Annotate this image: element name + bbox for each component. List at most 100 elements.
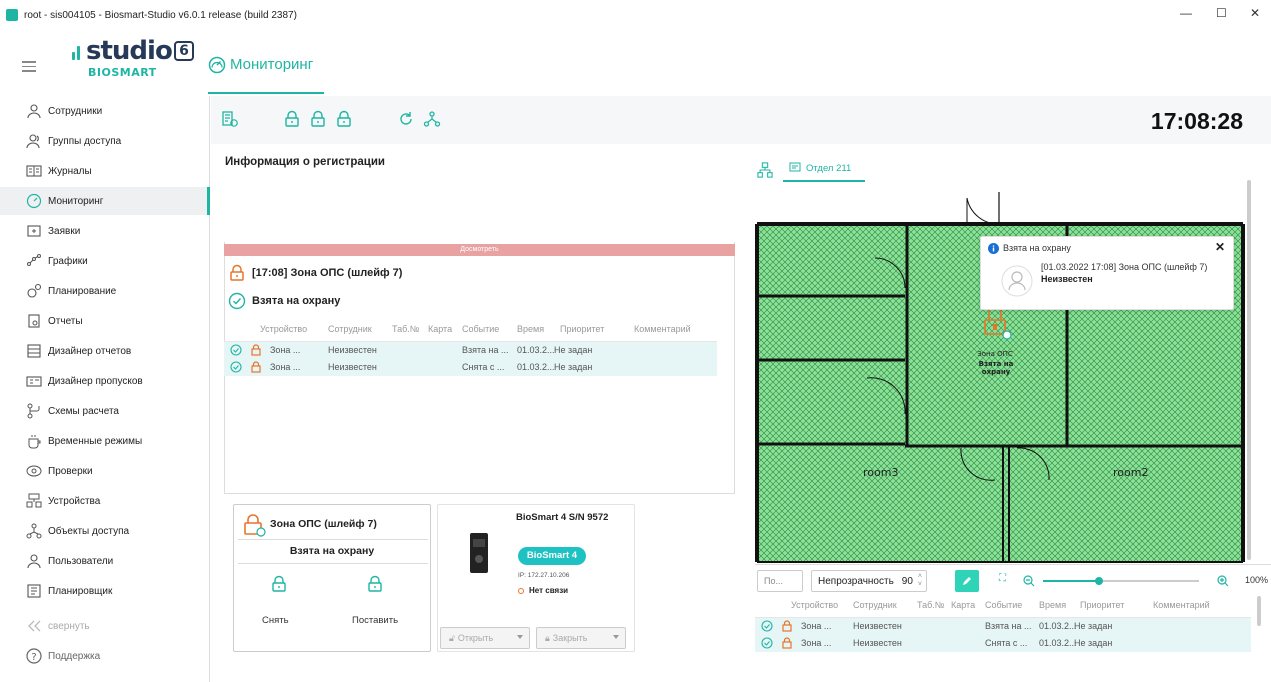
minimize-button[interactable]: — [1180, 6, 1192, 20]
cell-priority: Не задан [554, 362, 593, 372]
table-row[interactable]: Зона ... Неизвестен Снята с ... 01.03.2... Н… [224, 359, 717, 376]
zone-card-title: Зона ОПС (шлейф 7) [270, 518, 377, 530]
tab-floor-plan[interactable]: Отдел 211 [783, 156, 865, 182]
popup-person: Неизвестен [1041, 274, 1093, 284]
zoom-out-icon[interactable] [1023, 575, 1035, 587]
maximize-button[interactable]: ☐ [1216, 6, 1227, 20]
disarm-button[interactable]: Снять [262, 615, 289, 626]
column-header[interactable]: Время [1039, 600, 1066, 610]
sidebar-item-label: Журналы [48, 165, 92, 177]
sidebar-item-11[interactable]: Схемы расчета [0, 397, 210, 425]
grid-scrollbar[interactable] [1257, 596, 1261, 626]
logo-version: 6 [174, 41, 194, 61]
scheduler-icon [26, 583, 42, 599]
sidebar-item-9[interactable]: Дизайнер отчетов [0, 337, 210, 365]
inspect-banner[interactable]: Досмотреть [224, 244, 735, 256]
fit-screen-icon[interactable]: ⛶ [999, 573, 1006, 584]
tab-floor-plan-label: Отдел 211 [806, 162, 852, 174]
zoom-level: 100% [1245, 575, 1269, 585]
device-title: BioSmart 4 S/N 9572 [516, 512, 609, 523]
sidebar-item-2[interactable]: Группы доступа [0, 127, 210, 155]
hierarchy-icon[interactable] [423, 110, 441, 128]
sidebar-item-label: Объекты доступа [48, 525, 130, 537]
sidebar-item-1[interactable]: Сотрудники [0, 97, 210, 125]
main-content: 17:08:28 Информация о регистрации Досмот… [211, 96, 1271, 682]
column-header[interactable]: Устройство [260, 324, 307, 334]
alarm-lock-icon [782, 637, 792, 649]
zoom-slider-handle[interactable] [1095, 577, 1104, 585]
device-list-icon[interactable] [221, 110, 239, 128]
column-header[interactable]: Сотрудник [328, 324, 372, 334]
column-header[interactable]: Приоритет [1080, 600, 1124, 610]
column-header[interactable]: Сотрудник [853, 600, 897, 610]
lock-arm-icon[interactable] [366, 575, 384, 593]
sidebar-item-13[interactable]: Проверки [0, 457, 210, 485]
zone-card-state: Взята на охрану [289, 545, 375, 557]
table-row[interactable]: Зона ... Неизвестен Взята на ... 01.03.2...… [755, 618, 1251, 635]
sidebar-item-3[interactable]: Журналы [0, 157, 210, 185]
pass-designer-icon [26, 373, 42, 389]
gauge-icon [208, 56, 226, 74]
sidebar-item-17[interactable]: Планировщик [0, 577, 210, 605]
lock-arm-icon[interactable] [309, 110, 327, 128]
sidebar-item-5[interactable]: Заявки [0, 217, 210, 245]
refresh-icon[interactable] [397, 110, 415, 128]
lock-disarm-icon[interactable] [270, 575, 288, 593]
column-header[interactable]: Таб.№ [917, 600, 944, 610]
hierarchy-icon[interactable] [757, 162, 773, 178]
lock-icon[interactable] [283, 110, 301, 128]
edit-button[interactable] [955, 570, 979, 592]
event-popup: Взята на охрану ✕ [01.03.2022 17:08] Зон… [980, 236, 1234, 310]
sidebar-item-15[interactable]: Объекты доступа [0, 517, 210, 545]
opacity-field[interactable]: Непрозрачность 90 ˄ ˅ [811, 570, 927, 592]
sidebar-item-14[interactable]: Устройства [0, 487, 210, 515]
close-button[interactable]: ✕ [1250, 6, 1260, 20]
column-header[interactable]: Событие [985, 600, 1022, 610]
column-header[interactable]: Комментарий [1153, 600, 1210, 610]
tab-monitoring[interactable]: Мониторинг [208, 52, 324, 94]
sidebar-item-4[interactable]: Мониторинг [0, 187, 210, 215]
column-header[interactable]: Комментарий [634, 324, 691, 334]
cell-employee: Неизвестен [853, 621, 902, 631]
sidebar-item-8[interactable]: Отчеты [0, 307, 210, 335]
sidebar-item-6[interactable]: Графики [0, 247, 210, 275]
device-card: BioSmart 4 S/N 9572 BioSmart 4 IP: 172.2… [437, 504, 635, 652]
cell-employee: Неизвестен [853, 638, 902, 648]
column-header[interactable]: Приоритет [560, 324, 604, 334]
close-dropdown[interactable]: 🔒︎ Закрыть [536, 627, 626, 649]
floor-plan-icon [789, 162, 801, 172]
column-header[interactable]: Карта [951, 600, 975, 610]
report-icon [26, 313, 42, 329]
map-tabs: Отдел 211 [755, 156, 1265, 182]
column-header[interactable]: Таб.№ [392, 324, 419, 334]
device-image [470, 533, 488, 573]
cell-priority: Не задан [1074, 621, 1113, 631]
sidebar-item-7[interactable]: Планирование [0, 277, 210, 305]
popup-close-icon[interactable]: ✕ [1215, 240, 1225, 254]
menu-icon[interactable] [22, 58, 36, 75]
map-search-input[interactable]: По... [757, 570, 803, 592]
table-row[interactable]: Зона ... Неизвестен Взята на ... 01.03.2...… [224, 342, 717, 359]
column-header[interactable]: Устройство [791, 600, 838, 610]
sidebar-item-12[interactable]: Временные режимы [0, 427, 210, 455]
cell-time: 01.03.2... [517, 362, 555, 372]
check-circle-icon [230, 361, 242, 373]
table-row[interactable]: Зона ... Неизвестен Снята с ... 01.03.2... Н… [755, 635, 1251, 652]
sidebar-item-10[interactable]: Дизайнер пропусков [0, 367, 210, 395]
open-dropdown[interactable]: 🔓︎ Открыть [440, 627, 530, 649]
sidebar-item-label: Проверки [48, 465, 93, 477]
column-header[interactable]: Событие [462, 324, 499, 334]
sidebar-item-label: Планирование [48, 285, 117, 297]
lock-disarm-icon[interactable] [335, 110, 353, 128]
collapse-button[interactable]: свернуть [0, 612, 210, 640]
column-header[interactable]: Карта [428, 324, 452, 334]
arm-button[interactable]: Поставить [352, 615, 398, 626]
alarm-lock-clock-icon [244, 514, 266, 537]
zoom-in-icon[interactable] [1217, 575, 1229, 587]
support-button[interactable]: ? Поддержка [0, 642, 210, 670]
sidebar-item-16[interactable]: Пользователи [0, 547, 210, 575]
opacity-stepper[interactable]: ˄ ˅ [918, 573, 922, 589]
column-header[interactable]: Время [517, 324, 544, 334]
zoom-slider[interactable] [1043, 577, 1199, 585]
device-ip: IP: 172.27.10.206 [518, 572, 570, 579]
